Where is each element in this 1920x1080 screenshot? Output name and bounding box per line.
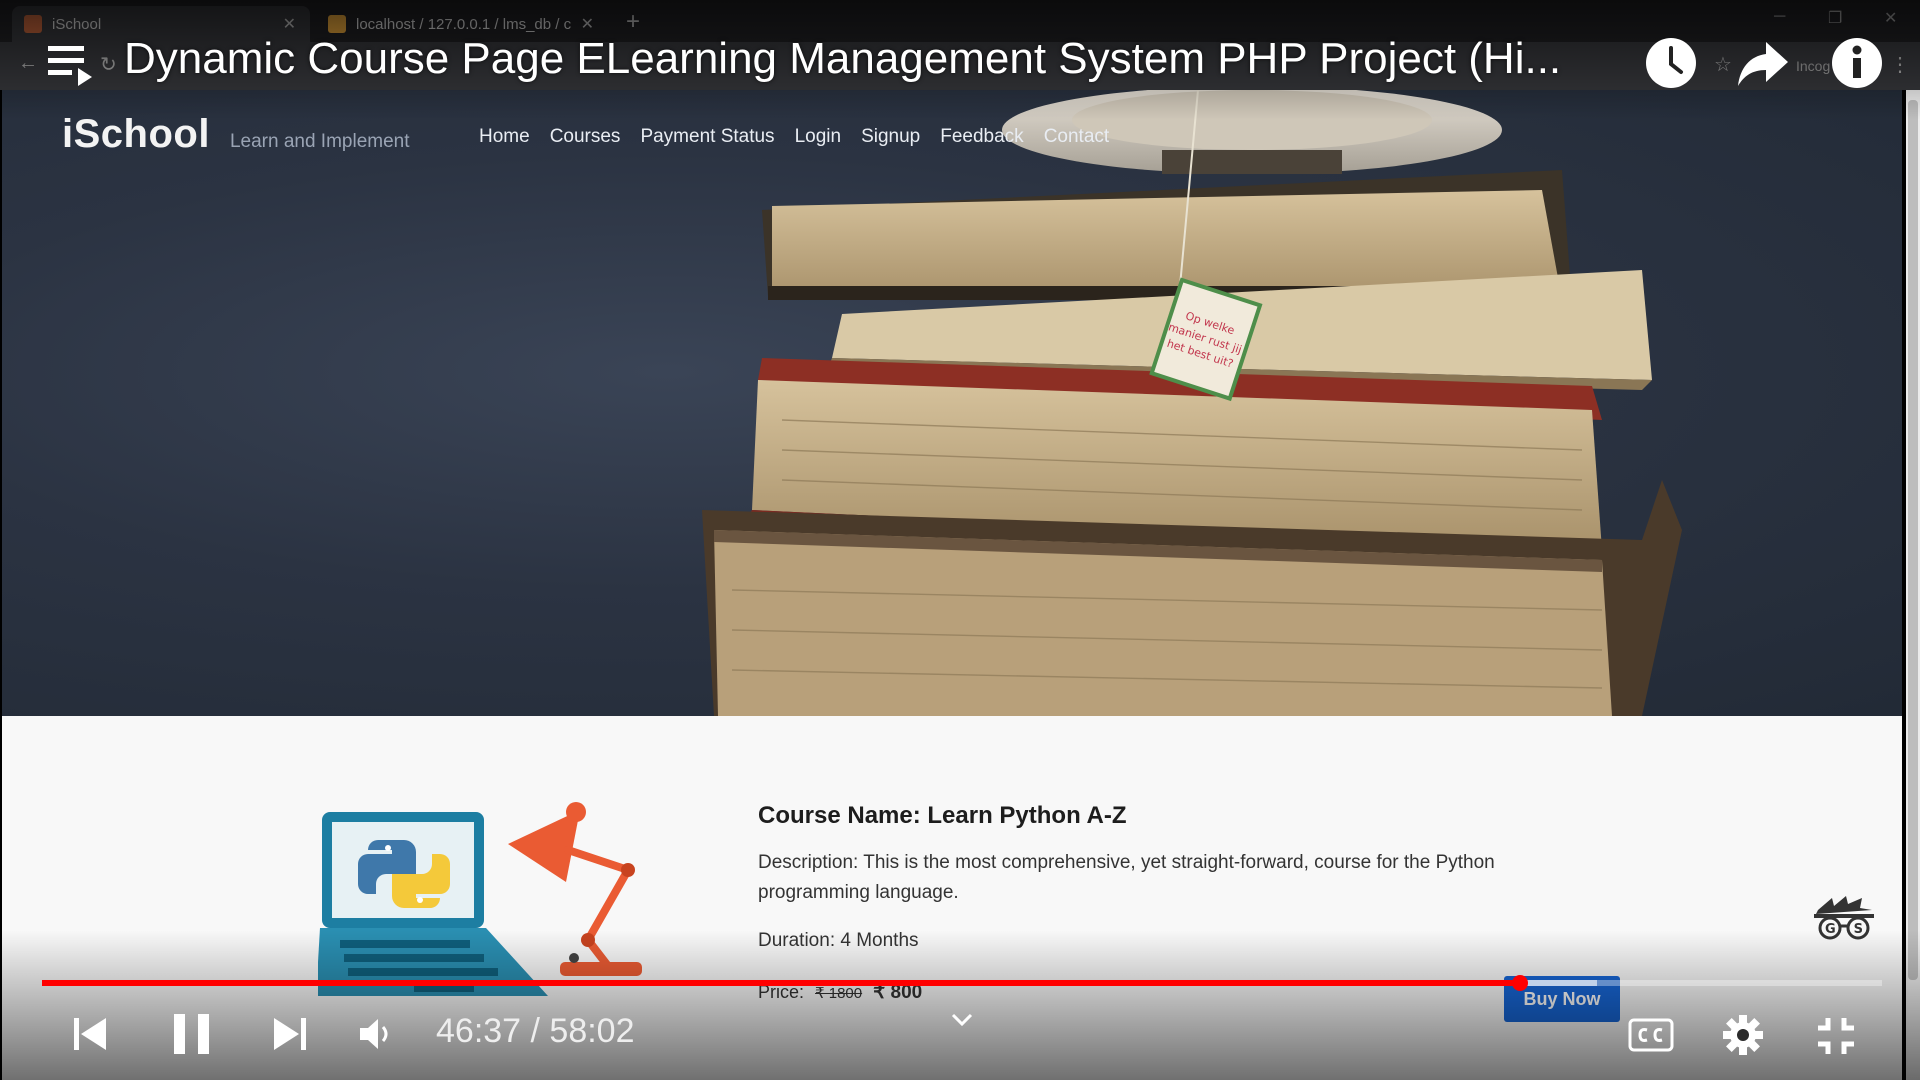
svg-text:G S: G S [1825, 922, 1863, 937]
site-header: iSchool Learn and Implement [62, 112, 410, 157]
nav-courses[interactable]: Courses [550, 126, 621, 148]
star-icon[interactable]: ☆ [1714, 52, 1732, 77]
nav-contact[interactable]: Contact [1044, 126, 1109, 148]
plus-icon[interactable]: + [626, 8, 640, 36]
time-display: 46:37 / 58:02 [436, 1012, 635, 1050]
volume-icon[interactable] [358, 1016, 394, 1052]
course-description: Description: This is the most comprehens… [758, 852, 1495, 903]
share-icon[interactable] [1736, 38, 1790, 88]
chevron-down-icon[interactable] [950, 1012, 974, 1028]
incognito-label: Incog [1796, 58, 1831, 74]
cc-icon[interactable] [1628, 1018, 1674, 1052]
skip-next-icon[interactable] [272, 1016, 308, 1052]
close-window-icon[interactable]: ✕ [1884, 8, 1897, 28]
skip-previous-icon[interactable] [72, 1016, 108, 1052]
course-image [318, 802, 642, 996]
course-name: Course Name: Learn Python A-Z [758, 802, 1127, 829]
close-icon[interactable]: ✕ [581, 14, 594, 34]
pause-icon[interactable] [172, 1012, 212, 1056]
playlist-icon[interactable] [48, 44, 94, 86]
back-icon[interactable]: ← [18, 52, 38, 75]
stacked-books-photo: Op welke manier rust jij het best uit? [702, 90, 1682, 716]
restore-icon[interactable]: ❐ [1828, 8, 1842, 28]
browser-menu-icon[interactable]: ⋮ [1890, 52, 1910, 77]
course-duration: Duration: 4 Months [758, 930, 919, 951]
hero-banner: Op welke manier rust jij het best uit? [2, 90, 1902, 716]
exit-fullscreen-icon[interactable] [1816, 1016, 1856, 1056]
page-scrollbar[interactable] [1906, 90, 1920, 1080]
video-title[interactable]: Dynamic Course Page ELearning Management… [124, 34, 1561, 84]
played-bar [42, 980, 1521, 986]
phpmyadmin-favicon [328, 15, 346, 33]
reload-icon[interactable]: ↻ [100, 52, 117, 77]
ischool-favicon [24, 15, 42, 33]
tab-label: iSchool [52, 15, 102, 33]
clock-icon[interactable] [1644, 36, 1698, 90]
nav-feedback[interactable]: Feedback [940, 126, 1023, 148]
nav-signup[interactable]: Signup [861, 126, 920, 148]
close-icon[interactable]: ✕ [283, 14, 296, 34]
site-brand[interactable]: iSchool [62, 112, 210, 157]
site-tagline: Learn and Implement [229, 131, 410, 152]
nav-home[interactable]: Home [479, 126, 530, 148]
channel-watermark-logo[interactable]: G S [1812, 896, 1876, 944]
tab-label: localhost / 127.0.0.1 / lms_db / c [356, 15, 572, 33]
site-nav: Home Courses Payment Status Login Signup… [479, 126, 1109, 148]
info-icon[interactable] [1830, 36, 1884, 90]
progress-bar[interactable] [42, 975, 1882, 991]
original-price: ₹ 1800 [815, 985, 863, 1002]
nav-login[interactable]: Login [795, 126, 842, 148]
nav-payment-status[interactable]: Payment Status [640, 126, 774, 148]
minimize-icon[interactable]: ─ [1774, 8, 1785, 26]
gear-icon[interactable] [1722, 1014, 1764, 1056]
scrollbar-thumb[interactable] [1908, 100, 1918, 980]
